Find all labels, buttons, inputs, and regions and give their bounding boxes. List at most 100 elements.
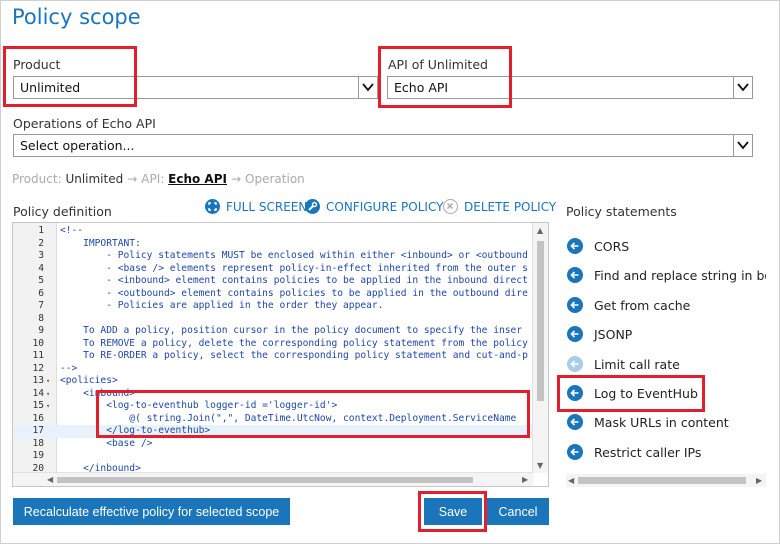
recalculate-button[interactable]: Recalculate effective policy for selecte… (13, 498, 290, 525)
scroll-thumb[interactable] (57, 477, 473, 483)
code-text: - Policy statements MUST be enclosed wit… (60, 250, 528, 261)
full-screen-button[interactable]: FULL SCREEN (205, 199, 307, 214)
code-line: 2 IMPORTANT: (13, 238, 533, 251)
code-text: <!-- (60, 225, 84, 236)
vertical-scrollbar[interactable]: ▲ ▼ (532, 223, 548, 473)
code-text: - <base /> elements represent policy-in-… (60, 262, 528, 274)
breadcrumb-arrow: → (230, 172, 242, 186)
code-line: 1 <!-- (13, 225, 533, 238)
statement-limit-call-rate: Limit call rate (566, 353, 680, 375)
statement-jsonp[interactable]: JSONP (566, 323, 632, 345)
statement-restrict-caller-ips[interactable]: Restrict caller IPs (566, 441, 701, 463)
scroll-left-icon[interactable]: ◀ (47, 475, 53, 484)
scroll-thumb[interactable] (578, 477, 746, 484)
scroll-right-icon[interactable]: ▶ (756, 476, 762, 485)
statement-cors[interactable]: CORS (566, 235, 629, 257)
scroll-right-icon[interactable]: ▶ (522, 475, 528, 484)
breadcrumb: Product: Unlimited → API: Echo API → Operati… (12, 172, 305, 186)
code-line: 9 To ADD a policy, position cursor in th… (13, 325, 533, 338)
chevron-down-icon[interactable] (733, 135, 752, 156)
statement-label: Limit call rate (594, 356, 680, 372)
line-number: 13 (32, 375, 44, 386)
breadcrumb-arrow: → (127, 172, 138, 186)
code-line: 13 ▾ <policies> (13, 375, 533, 388)
operations-select[interactable]: Select operation... (13, 134, 753, 157)
scroll-left-icon[interactable]: ◀ (568, 476, 574, 485)
code-line: 6 - <outbound> element contains policies… (13, 288, 533, 301)
line-number: 7 (38, 300, 44, 311)
code-text: To RE-ORDER a policy, select the corresp… (60, 350, 528, 361)
line-number: 10 (32, 337, 44, 349)
highlight-product (3, 46, 137, 107)
line-number: 14 (32, 387, 44, 399)
breadcrumb-product-value[interactable]: Unlimited (65, 172, 123, 186)
code-line: 12 --> (13, 363, 533, 376)
scroll-up-icon[interactable]: ▲ (537, 226, 543, 235)
line-number: 5 (38, 275, 44, 286)
fold-toggle-icon[interactable]: ▾ (46, 388, 50, 401)
line-number: 18 (32, 437, 44, 449)
delete-policy-button[interactable]: DELETE POLICY (443, 199, 556, 214)
code-text: To ADD a policy, position cursor in the … (60, 325, 523, 336)
arrow-left-icon (567, 326, 583, 342)
code-line: 11 To RE-ORDER a policy, select the corr… (13, 350, 533, 363)
fold-toggle-icon[interactable]: ▾ (46, 400, 50, 413)
page-title: Policy scope (12, 5, 141, 29)
code-text: --> (60, 362, 78, 374)
statement-label: Restrict caller IPs (594, 444, 702, 460)
code-line: 5 - <inbound> element contains policies … (13, 275, 533, 288)
code-line: 10 To REMOVE a policy, delete the corres… (13, 338, 533, 351)
line-number: 2 (38, 237, 44, 249)
scroll-thumb[interactable] (537, 241, 544, 401)
chevron-down-icon[interactable] (358, 77, 377, 98)
line-number: 9 (38, 325, 44, 336)
line-number: 11 (32, 350, 44, 361)
breadcrumb-operation: Operation (245, 172, 305, 186)
statement-get-from-cache[interactable]: Get from cache (566, 294, 690, 316)
highlight-log-to-eventhub-code (96, 390, 530, 438)
policy-definition-label: Policy definition (13, 204, 112, 219)
code-text: <base /> (60, 437, 153, 449)
configure-policy-button[interactable]: CONFIGURE POLICY (305, 199, 443, 214)
code-text: - Policies are applied in the order they… (60, 300, 384, 311)
line-number: 8 (38, 312, 44, 324)
statement-label: Mask URLs in content (594, 414, 729, 430)
breadcrumb-api-label: API: (141, 172, 165, 186)
line-number: 4 (38, 262, 44, 274)
operations-label: Operations of Echo API (13, 116, 156, 131)
line-number: 12 (32, 362, 44, 374)
code-text: IMPORTANT: (60, 237, 141, 249)
code-line: 3 - Policy statements MUST be enclosed w… (13, 250, 533, 263)
chevron-down-icon[interactable] (733, 77, 752, 98)
code-text: - <inbound> element contains policies to… (60, 275, 528, 286)
close-icon (443, 199, 458, 214)
statement-find-replace[interactable]: Find and replace string in body (566, 264, 766, 286)
code-line: 4 - <base /> elements represent policy-i… (13, 263, 533, 276)
statement-mask-urls[interactable]: Mask URLs in content (566, 411, 729, 433)
policy-statements-list: CORS Find and replace string in body Get… (566, 226, 766, 488)
policy-code-editor[interactable]: 1 <!-- 2 IMPORTANT: 3 - Policy statements M… (12, 222, 549, 487)
code-line: 19 (13, 450, 533, 463)
line-number: 16 (32, 412, 44, 424)
code-text: - <outbound> element contains policies t… (60, 287, 528, 299)
statement-label: CORS (594, 238, 630, 254)
full-screen-icon (205, 199, 220, 214)
line-number: 17 (32, 425, 44, 436)
arrow-left-icon (567, 414, 583, 430)
statement-label: Find and replace string in body (594, 267, 766, 283)
cancel-button[interactable]: Cancel (487, 498, 549, 525)
line-number: 1 (38, 225, 44, 236)
code-line: 18 <base /> (13, 438, 533, 451)
line-number: 15 (32, 400, 44, 411)
configure-policy-label: CONFIGURE POLICY (326, 199, 444, 214)
line-number: 3 (38, 250, 44, 261)
delete-policy-label: DELETE POLICY (464, 199, 557, 214)
horizontal-scrollbar[interactable]: ◀ ▶ (13, 472, 533, 486)
breadcrumb-api-value[interactable]: Echo API (168, 172, 227, 186)
statements-horizontal-scrollbar[interactable]: ◀ ▶ (566, 474, 766, 487)
code-text: To REMOVE a policy, delete the correspon… (60, 337, 528, 349)
wrench-icon (305, 199, 320, 214)
scroll-down-icon[interactable]: ▼ (537, 461, 543, 470)
fold-toggle-icon[interactable]: ▾ (46, 375, 50, 388)
code-line: 8 (13, 313, 533, 326)
